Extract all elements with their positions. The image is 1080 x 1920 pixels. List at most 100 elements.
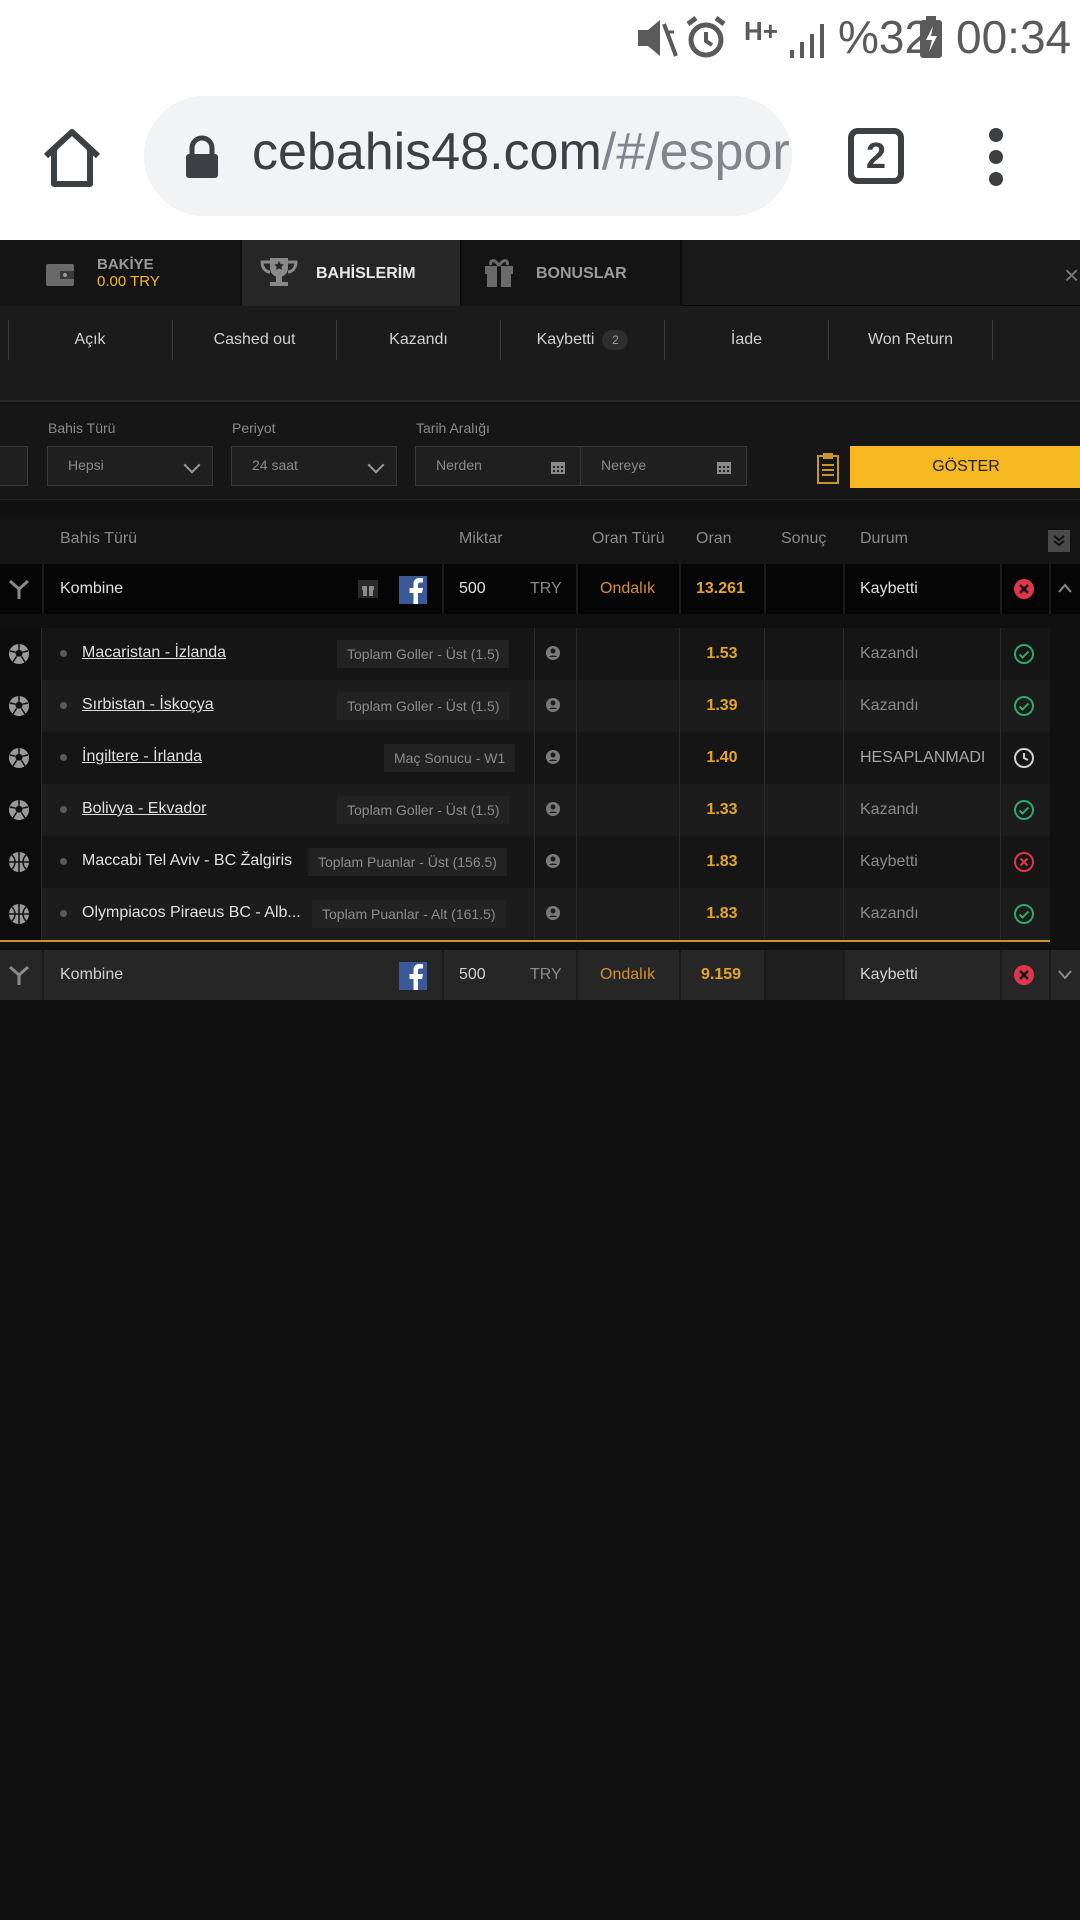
tab-refund[interactable]: İade — [665, 320, 829, 360]
bet-type-value: Hepsi — [68, 457, 104, 473]
bet-type-select[interactable]: Hepsi — [47, 446, 213, 486]
nav-balance[interactable]: BAKİYE 0.00 TRY — [0, 240, 242, 306]
signal-icon — [790, 24, 824, 58]
bet-filter-form: Bahis Türü Hepsi Periyot 24 saat Tarih A… — [0, 404, 1080, 500]
market-label: Toplam Goller - Üst (1.5) — [337, 796, 510, 824]
selection-row[interactable]: Olympiacos Piraeus BC - Alb... Toplam Pu… — [0, 888, 1050, 940]
nav-my-bets[interactable]: BAHİSLERİM — [242, 240, 462, 306]
header-result: Sonuç — [781, 530, 827, 547]
selection-row[interactable]: İngiltere - İrlanda Maç Sonucu - W1 1.40… — [0, 732, 1050, 784]
bet-status: Kaybetti — [860, 966, 918, 983]
tab-won[interactable]: Kazandı — [337, 320, 501, 360]
selection-row[interactable]: Bolivya - Ekvador Toplam Goller - Üst (1… — [0, 784, 1050, 836]
tab-lost[interactable]: Kaybetti 2 — [501, 320, 665, 360]
selection-odds: 1.83 — [706, 905, 738, 922]
match-name: Maccabi Tel Aviv - BC Žalgiris — [82, 852, 293, 869]
bet-currency: TRY — [530, 966, 562, 983]
selection-status: Kazandı — [860, 905, 919, 922]
lost-count-badge: 2 — [602, 329, 629, 350]
expanded-bet-underline — [0, 940, 1050, 942]
selection-status: Kaybetti — [860, 853, 918, 870]
facebook-share-icon[interactable] — [399, 962, 427, 990]
lost-icon — [1014, 965, 1034, 985]
tab-label: Kazandı — [389, 331, 448, 348]
nav-bonuses[interactable]: BONUSLAR — [462, 240, 682, 306]
period-select[interactable]: 24 saat — [231, 446, 397, 486]
player-icon — [546, 750, 560, 764]
basketball-icon — [9, 852, 29, 872]
check-circle-icon — [1014, 904, 1034, 924]
wallet-icon — [46, 264, 74, 286]
selection-row[interactable]: Sırbistan - İskoçya Toplam Goller - Üst … — [0, 680, 1050, 732]
check-circle-icon — [1014, 696, 1034, 716]
selection-status: Kazandı — [860, 697, 919, 714]
date-to-input[interactable]: Nereye — [580, 446, 747, 486]
bet-amount: 500 — [459, 580, 486, 597]
address-bar[interactable]: cebahis48.com/#/espor — [144, 96, 792, 216]
match-name[interactable]: Macaristan - İzlanda — [82, 644, 226, 662]
match-name: Olympiacos Piraeus BC - Alb... — [82, 904, 301, 921]
header-odds-type: Oran Türü — [592, 530, 665, 547]
battery-percent: %32 — [838, 11, 931, 63]
show-button[interactable]: GÖSTER — [850, 446, 1080, 488]
bet-currency: TRY — [530, 580, 562, 597]
bet-type: Kombine — [60, 966, 124, 983]
combo-bet-icon — [9, 965, 29, 985]
clipboard-icon[interactable] — [816, 452, 840, 484]
selection-status: Kazandı — [860, 801, 919, 818]
bet-odds: 13.261 — [696, 580, 745, 597]
bet-type: Kombine — [60, 580, 124, 597]
bet-status: Kaybetti — [860, 580, 918, 597]
home-icon[interactable] — [40, 126, 104, 190]
date-range-label: Tarih Aralığı — [416, 420, 490, 436]
football-icon — [9, 800, 29, 820]
chevron-up-icon[interactable] — [1058, 583, 1072, 593]
match-name[interactable]: İngiltere - İrlanda — [82, 748, 202, 766]
match-name[interactable]: Sırbistan - İskoçya — [82, 696, 214, 714]
overflow-menu-icon[interactable] — [984, 128, 1008, 192]
match-name[interactable]: Bolivya - Ekvador — [82, 800, 207, 818]
tab-switcher-button[interactable]: 2 — [848, 128, 904, 184]
market-label: Toplam Goller - Üst (1.5) — [337, 692, 510, 720]
period-label: Periyot — [232, 420, 276, 436]
bet-row-collapsed[interactable]: Kombine 500 TRY Ondalık 9.159 Kaybetti — [0, 950, 1080, 1000]
battery-charging-icon — [920, 16, 942, 58]
mute-vibrate-icon — [638, 20, 678, 57]
facebook-share-icon[interactable] — [399, 576, 427, 604]
date-from-input[interactable]: Nerden — [415, 446, 581, 486]
lock-icon — [186, 135, 218, 178]
expand-all-icon[interactable] — [1048, 530, 1070, 552]
selection-status: HESAPLANMADI — [860, 749, 986, 766]
chevron-down-icon[interactable] — [1058, 970, 1072, 980]
check-circle-icon — [1014, 800, 1034, 820]
calendar-icon — [551, 462, 565, 474]
tab-cashed-out[interactable]: Cashed out — [173, 320, 337, 360]
player-icon — [546, 854, 560, 868]
tab-label: Kaybetti — [536, 331, 595, 348]
url-text: cebahis48.com/#/espor — [252, 122, 790, 182]
player-icon — [546, 906, 560, 920]
gift-icon[interactable] — [358, 580, 378, 598]
selection-row[interactable]: Macaristan - İzlanda Toplam Goller - Üst… — [0, 628, 1050, 680]
bet-odds: 9.159 — [701, 966, 742, 983]
clock-time: 00:34 — [956, 11, 1072, 63]
player-icon — [546, 698, 560, 712]
selection-odds: 1.39 — [706, 697, 738, 714]
player-icon — [546, 646, 560, 660]
header-bet-type: Bahis Türü — [60, 530, 138, 547]
balance-label: BAKİYE — [97, 256, 154, 273]
close-icon[interactable]: × — [1064, 260, 1079, 291]
url-domain: cebahis48.com — [252, 123, 602, 181]
cross-circle-icon — [1014, 852, 1034, 872]
market-label: Toplam Goller - Üst (1.5) — [337, 640, 510, 668]
selection-status: Kazandı — [860, 645, 919, 662]
tab-won-return[interactable]: Won Return — [829, 320, 993, 360]
alarm-icon — [686, 16, 726, 58]
selection-row[interactable]: Maccabi Tel Aviv - BC Žalgiris Toplam Pu… — [0, 836, 1050, 888]
football-icon — [9, 696, 29, 716]
date-from-placeholder: Nerden — [436, 457, 482, 473]
selection-odds: 1.33 — [706, 801, 738, 818]
bet-row-expanded[interactable]: Kombine 500 TRY Ondalık 13.261 Kaybetti — [0, 564, 1080, 614]
tab-open[interactable]: Açık — [8, 320, 173, 360]
hidden-left-select[interactable] — [0, 446, 28, 486]
